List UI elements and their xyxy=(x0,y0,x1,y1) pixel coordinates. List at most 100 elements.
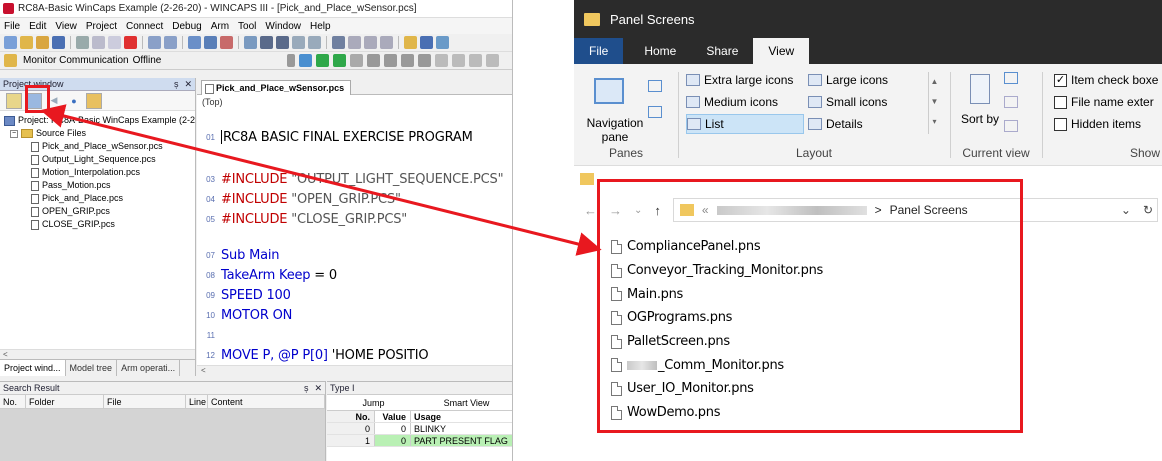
step-out-icon[interactable] xyxy=(418,54,432,67)
menu-window[interactable]: Window xyxy=(265,21,301,32)
layout-details[interactable]: Details xyxy=(808,114,863,134)
folder-icon[interactable] xyxy=(404,36,417,49)
scope-selector[interactable]: (Top) xyxy=(197,95,512,109)
tab-project-window[interactable]: Project wind... xyxy=(0,360,66,376)
bookmark-next-icon[interactable] xyxy=(348,36,361,49)
layout-large-icons[interactable]: Large icons xyxy=(808,70,888,90)
undo-icon[interactable] xyxy=(148,36,161,49)
layout-small-icons[interactable]: Small icons xyxy=(808,92,887,112)
checkbox-checked[interactable]: ✓ xyxy=(1054,73,1067,87)
tree-file[interactable]: Output_Light_Sequence.pcs xyxy=(4,153,195,166)
menu-arm[interactable]: Arm xyxy=(211,21,229,32)
item-check-boxes-option[interactable]: ✓ Item check boxe xyxy=(1054,70,1158,90)
table-row[interactable]: 1 0 PART PRESENT FLAG xyxy=(327,435,512,447)
new-file-icon[interactable] xyxy=(4,36,17,49)
layout-scroll[interactable]: ▲ ▼ ▾ xyxy=(928,72,940,134)
find-icon[interactable] xyxy=(244,36,257,49)
menu-edit[interactable]: Edit xyxy=(29,21,46,32)
tree-file[interactable]: Motion_Interpolation.pcs xyxy=(4,166,195,179)
preview-pane-icon[interactable] xyxy=(648,80,662,92)
debug-icon[interactable] xyxy=(220,36,233,49)
code-line[interactable]: 01 RC8A BASIC FINAL EXERCISE PROGRAM xyxy=(197,127,512,147)
navigation-pane-icon[interactable] xyxy=(594,78,624,104)
code-line[interactable]: 10 MOTOR ON xyxy=(197,305,512,325)
tab-smart-view[interactable]: Smart View xyxy=(420,395,512,410)
redo-icon[interactable] xyxy=(164,36,177,49)
code-line[interactable]: 08 TakeArm Keep = 0 xyxy=(197,265,512,285)
sort-by-button[interactable]: Sort by xyxy=(958,112,1002,126)
table-row[interactable]: 0 0 BLINKY xyxy=(327,423,512,435)
address-dropdown-icon[interactable]: ⌄ xyxy=(1121,203,1131,217)
run-icon[interactable] xyxy=(316,54,330,67)
copy-icon[interactable] xyxy=(92,36,105,49)
column-no[interactable]: No. xyxy=(0,395,26,408)
refresh-icon[interactable]: ↻ xyxy=(1143,203,1153,217)
dropdown-arrow-icon[interactable] xyxy=(287,54,296,67)
uncomment-icon[interactable] xyxy=(308,36,321,49)
tab-view[interactable]: View xyxy=(753,38,810,64)
checkbox[interactable] xyxy=(1054,95,1067,109)
save-icon[interactable] xyxy=(52,36,65,49)
tree-root[interactable]: Project: RC8A-Basic WinCaps Example (2-2 xyxy=(4,114,195,127)
monitor-icon[interactable] xyxy=(4,54,17,67)
arm-view-icon[interactable] xyxy=(436,36,449,49)
menu-debug[interactable]: Debug xyxy=(172,21,201,32)
details-pane-icon[interactable] xyxy=(648,106,662,118)
code-line[interactable]: 05 #INCLUDE "CLOSE_GRIP.PCS" xyxy=(197,209,512,229)
menu-connect[interactable]: Connect xyxy=(126,21,163,32)
pin-icon[interactable]: ș xyxy=(304,383,309,394)
code-line[interactable]: 11 xyxy=(197,325,512,345)
tree-file[interactable]: OPEN_GRIP.pcs xyxy=(4,205,195,218)
drop-icon[interactable]: ● xyxy=(66,93,82,109)
tree-file[interactable]: Pick_and_Place_wSensor.pcs xyxy=(4,140,195,153)
code-line[interactable]: 04 #INCLUDE "OPEN_GRIP.PCS" xyxy=(197,189,512,209)
outdent-icon[interactable] xyxy=(276,36,289,49)
navigation-pane-button[interactable]: Navigation pane xyxy=(580,116,650,144)
layout-medium-icons[interactable]: Medium icons xyxy=(686,92,778,112)
close-icon[interactable]: ✕ xyxy=(184,79,192,90)
tab-share[interactable]: Share xyxy=(691,38,753,64)
open-project-icon[interactable] xyxy=(36,36,49,49)
watch-icon[interactable] xyxy=(452,54,466,67)
menu-help[interactable]: Help xyxy=(310,21,331,32)
sort-by-icon[interactable] xyxy=(970,74,990,104)
paste-icon[interactable] xyxy=(108,36,121,49)
panel-designer-icon[interactable] xyxy=(86,92,102,109)
tab-home[interactable]: Home xyxy=(629,38,691,64)
column-file[interactable]: File xyxy=(104,395,186,408)
step-over-icon[interactable] xyxy=(401,54,415,67)
collapse-icon[interactable]: − xyxy=(10,129,18,138)
menu-file[interactable]: File xyxy=(4,21,20,32)
bookmark-prev-icon[interactable] xyxy=(364,36,377,49)
column-folder[interactable]: Folder xyxy=(26,395,104,408)
tree-source-files[interactable]: − Source Files xyxy=(4,127,195,140)
tree-file[interactable]: Pick_and_Place.pcs xyxy=(4,192,195,205)
menu-view[interactable]: View xyxy=(55,21,77,32)
tree-file[interactable]: CLOSE_GRIP.pcs xyxy=(4,218,195,231)
layout-extra-large-icons[interactable]: Extra large icons xyxy=(686,70,793,90)
code-line[interactable]: 12 MOVE P, @P P[0] 'HOME POSITIO xyxy=(197,345,512,365)
io-icon[interactable] xyxy=(486,54,500,67)
connect-icon[interactable] xyxy=(299,54,313,67)
bookmark-clear-icon[interactable] xyxy=(380,36,393,49)
checkbox[interactable] xyxy=(1054,117,1067,131)
back-arrow-icon[interactable]: ← xyxy=(584,203,597,218)
code-line[interactable]: 03 #INCLUDE "OUTPUT_LIGHT_SEQUENCE.PCS" xyxy=(197,169,512,189)
step-icon[interactable] xyxy=(350,54,364,67)
column-content[interactable]: Content xyxy=(208,395,325,408)
variable-icon[interactable] xyxy=(469,54,483,67)
tab-model-tree[interactable]: Model tree xyxy=(66,360,118,376)
tree-file[interactable]: Pass_Motion.pcs xyxy=(4,179,195,192)
group-by-icon[interactable] xyxy=(1004,72,1018,84)
cut-icon[interactable] xyxy=(76,36,89,49)
breakpoint-icon[interactable] xyxy=(435,54,449,67)
stop-icon[interactable] xyxy=(367,54,381,67)
layout-list[interactable]: List xyxy=(686,114,804,134)
step-into-icon[interactable] xyxy=(384,54,398,67)
menu-tool[interactable]: Tool xyxy=(238,21,256,32)
build-icon[interactable] xyxy=(188,36,201,49)
add-columns-icon[interactable] xyxy=(1004,96,1018,108)
tab-arm-operation[interactable]: Arm operati... xyxy=(117,360,181,376)
file-name-extensions-option[interactable]: File name exter xyxy=(1054,92,1154,112)
delete-icon[interactable] xyxy=(124,36,137,49)
